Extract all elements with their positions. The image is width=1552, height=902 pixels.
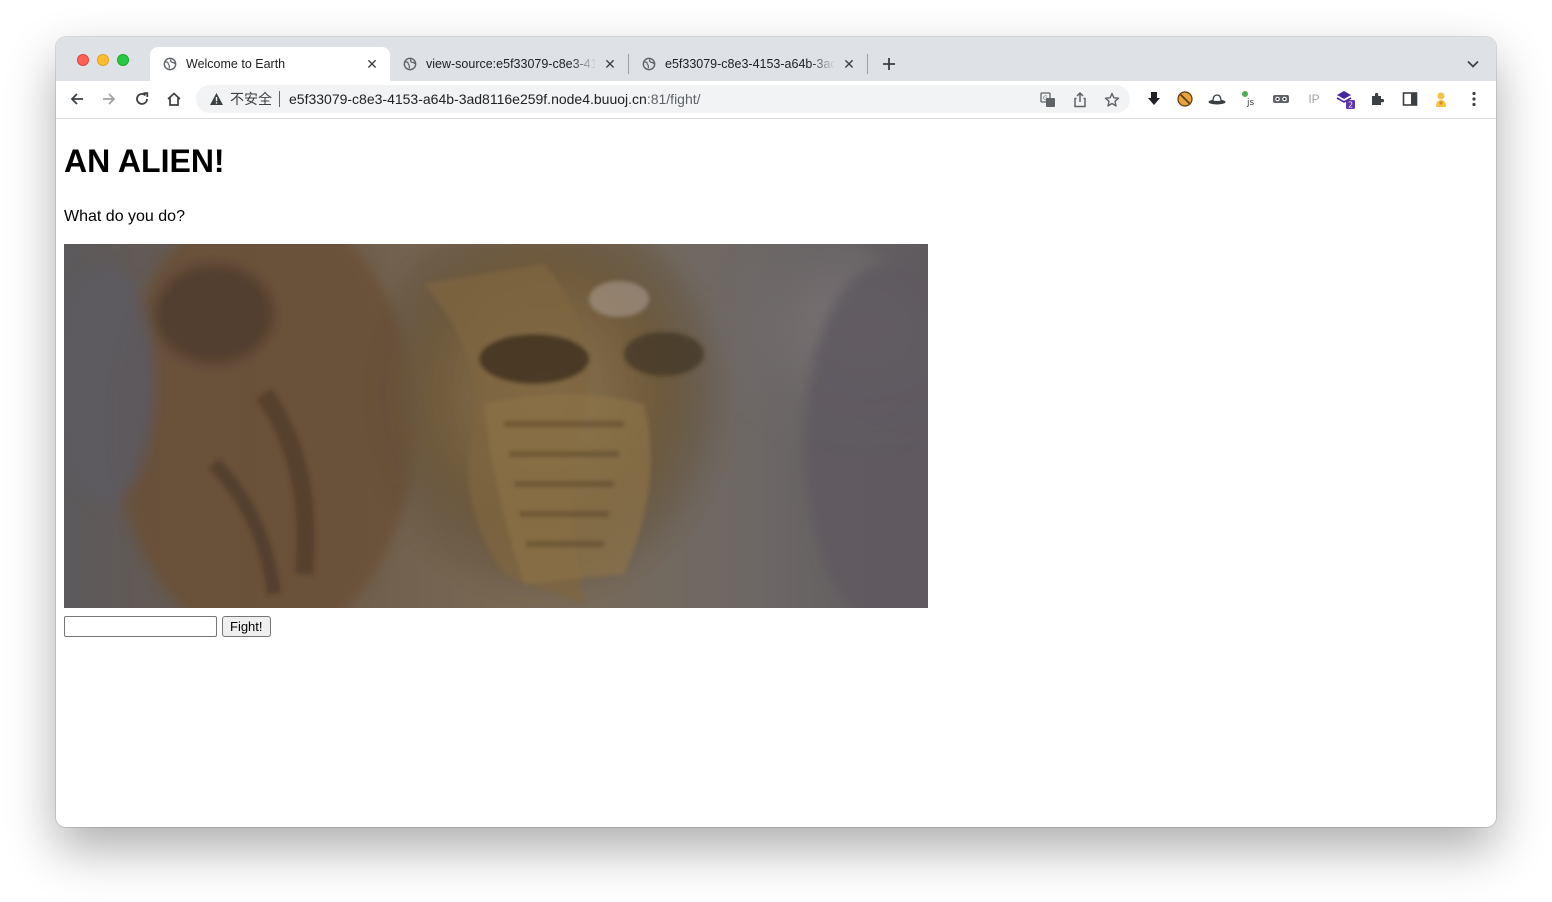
url-path: :81/fight/ [646, 91, 701, 107]
omnibox-divider [279, 91, 280, 107]
minimize-window-button[interactable] [97, 54, 109, 66]
hat-extension-icon[interactable] [1207, 89, 1227, 109]
close-tab-icon[interactable]: ✕ [602, 56, 618, 72]
extension-badge-count: 2 [1348, 100, 1353, 109]
page-content: AN ALIEN! What do you do? Fight! [56, 119, 1496, 827]
url-host: e5f33079-c8e3-4153-a64b-3ad8116e259f.nod… [289, 91, 647, 107]
fight-input[interactable] [64, 616, 217, 637]
zoom-window-button[interactable] [117, 54, 129, 66]
fight-button[interactable]: Fight! [222, 616, 271, 637]
profile-avatar-icon[interactable] [1431, 89, 1451, 109]
tab-title: view-source:e5f33079-c8e3-4153-a64b-3ad8… [426, 57, 596, 71]
tab-separator [867, 54, 868, 74]
download-extension-icon[interactable] [1144, 89, 1164, 109]
browser-window: Welcome to Earth ✕ view-source:e5f33079-… [56, 37, 1496, 827]
page-prompt: What do you do? [64, 208, 185, 225]
svg-text:G: G [1043, 95, 1048, 102]
blocker-extension-icon[interactable] [1175, 89, 1195, 109]
back-icon[interactable] [65, 87, 89, 111]
globe-icon [641, 56, 657, 72]
js-extension-icon[interactable]: js [1240, 89, 1260, 109]
stack-extension-icon[interactable]: 2 [1336, 89, 1356, 109]
tab-welcome-to-earth[interactable]: Welcome to Earth ✕ [150, 47, 390, 81]
new-tab-button[interactable] [878, 53, 900, 75]
warning-icon[interactable] [208, 91, 224, 107]
forward-icon[interactable] [97, 87, 121, 111]
ip-extension-icon[interactable]: IP [1304, 89, 1324, 109]
share-icon[interactable] [1071, 91, 1089, 109]
tab-title: e5f33079-c8e3-4153-a64b-3ad8116e259f.nod… [665, 57, 835, 71]
tab-fight-page[interactable]: e5f33079-c8e3-4153-a64b-3ad8116e259f.nod… [629, 47, 867, 81]
bookmark-star-icon[interactable] [1103, 91, 1121, 109]
globe-icon [162, 56, 178, 72]
globe-icon [402, 56, 418, 72]
close-window-button[interactable] [77, 54, 89, 66]
glasses-extension-icon[interactable] [1271, 89, 1291, 109]
side-panel-icon[interactable] [1400, 89, 1420, 109]
menu-kebab-icon[interactable] [1464, 89, 1484, 109]
tab-search-chevron-icon[interactable] [1462, 53, 1484, 75]
tab-title: Welcome to Earth [186, 57, 286, 71]
tab-strip: Welcome to Earth ✕ view-source:e5f33079-… [56, 37, 1496, 81]
security-label[interactable]: 不安全 [230, 89, 272, 109]
toolbar: 不安全 e5f33079-c8e3-4153-a64b-3ad8116e259f… [56, 81, 1496, 119]
home-icon[interactable] [162, 87, 186, 111]
svg-text:js: js [1246, 98, 1255, 108]
puzzle-extensions-icon[interactable] [1368, 89, 1388, 109]
close-tab-icon[interactable]: ✕ [841, 56, 857, 72]
translate-icon[interactable]: G [1039, 91, 1057, 109]
close-tab-icon[interactable]: ✕ [364, 56, 380, 72]
reload-icon[interactable] [130, 87, 154, 111]
address-bar[interactable]: 不安全 e5f33079-c8e3-4153-a64b-3ad8116e259f… [196, 85, 1130, 113]
page-heading: AN ALIEN! [64, 143, 225, 179]
alien-image [64, 244, 928, 608]
tab-view-source[interactable]: view-source:e5f33079-c8e3-4153-a64b-3ad8… [390, 47, 628, 81]
